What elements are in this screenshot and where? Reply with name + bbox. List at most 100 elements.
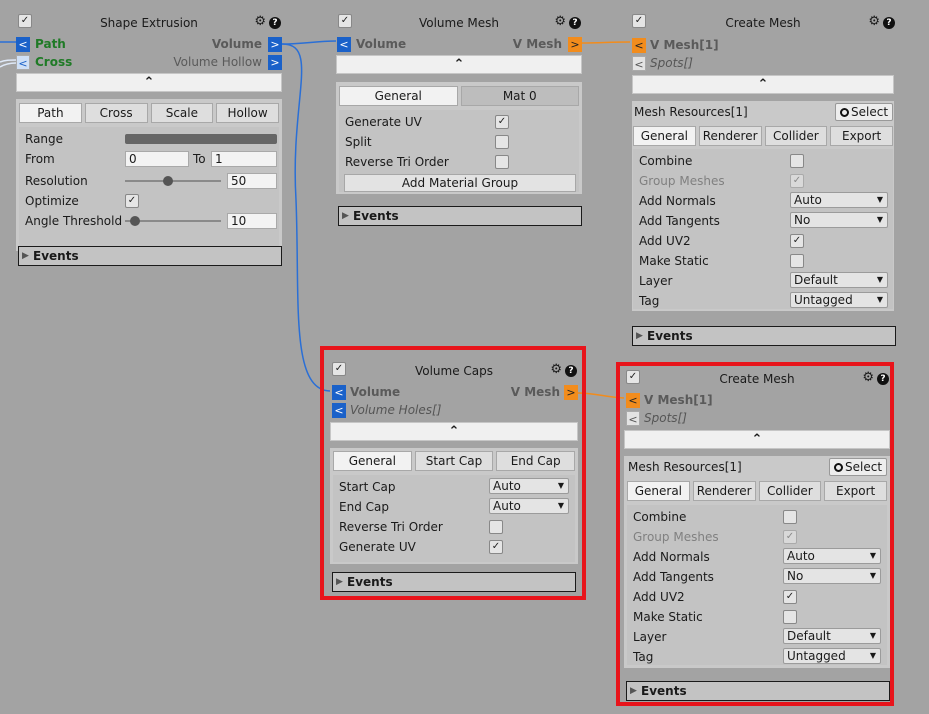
enable-checkbox[interactable]: ✓: [338, 14, 352, 28]
input-port-vmesh[interactable]: <: [632, 38, 646, 53]
generate-uv-label: Generate UV: [345, 115, 422, 129]
gear-icon[interactable]: ⚙: [554, 15, 566, 29]
node-header[interactable]: ✓ Shape Extrusion ⚙ ?: [16, 14, 282, 32]
tab-scale[interactable]: Scale: [150, 103, 214, 123]
layer-value: Default: [794, 273, 838, 287]
to-field[interactable]: 1: [211, 151, 277, 167]
node-title: Create Mesh: [725, 16, 801, 30]
collapse-button[interactable]: ⌃: [632, 75, 894, 94]
port-row-cross: < Cross Volume Hollow >: [16, 55, 282, 71]
resolution-slider-knob[interactable]: [163, 176, 174, 186]
events-foldout[interactable]: ▶ Events: [18, 246, 282, 266]
tab-collider[interactable]: Collider: [764, 126, 828, 146]
reverse-tri-order-checkbox[interactable]: [495, 155, 509, 169]
node-header[interactable]: ✓ Create Mesh ⚙ ?: [630, 14, 896, 32]
collapse-button[interactable]: ⌃: [336, 55, 582, 74]
angle-slider-knob[interactable]: [129, 216, 140, 226]
add-tangents-value: No: [794, 213, 811, 227]
tab-renderer[interactable]: Renderer: [698, 126, 762, 146]
highlight-box-create-mesh: [616, 362, 894, 706]
node-header[interactable]: ✓ Volume Mesh ⚙ ?: [336, 14, 582, 32]
optimize-row: Optimize ✓: [19, 191, 279, 211]
combine-checkbox[interactable]: [790, 154, 804, 168]
tag-dropdown[interactable]: Untagged ▼: [790, 292, 888, 308]
make-static-label: Make Static: [639, 254, 709, 268]
input-port-volume[interactable]: <: [337, 37, 351, 52]
resolution-field[interactable]: 50: [227, 173, 277, 189]
input-label-cross: Cross: [35, 55, 73, 69]
input-label-vmesh: V Mesh[1]: [650, 38, 719, 52]
collapse-button[interactable]: ⌃: [16, 73, 282, 92]
chevron-down-icon: ▼: [876, 195, 883, 204]
output-port-volume[interactable]: >: [268, 37, 282, 52]
output-port-volume-hollow[interactable]: >: [268, 55, 282, 70]
tab-hollow[interactable]: Hollow: [216, 103, 279, 123]
range-slider[interactable]: [125, 134, 277, 144]
settings-body: Generate UV ✓ Split Reverse Tri Order Ad…: [339, 110, 579, 192]
tab-export[interactable]: Export: [830, 126, 893, 146]
combine-label: Combine: [639, 154, 693, 168]
input-label-path: Path: [35, 37, 66, 51]
enable-checkbox[interactable]: ✓: [632, 14, 646, 28]
add-normals-dropdown[interactable]: Auto ▼: [790, 192, 888, 208]
tab-mat-0[interactable]: Mat 0: [460, 86, 579, 106]
input-label-spots: Spots[]: [650, 56, 693, 70]
tab-path[interactable]: Path: [19, 103, 82, 123]
help-icon[interactable]: ?: [569, 17, 581, 29]
tab-general[interactable]: General: [339, 86, 458, 106]
output-label-volume-hollow: Volume Hollow: [173, 55, 262, 69]
port-row-path: < Path Volume >: [16, 37, 282, 53]
split-checkbox[interactable]: [495, 135, 509, 149]
input-port-spots[interactable]: <: [632, 56, 646, 71]
output-label-vmesh: V Mesh: [512, 37, 562, 51]
layer-dropdown[interactable]: Default ▼: [790, 272, 888, 288]
enable-checkbox[interactable]: ✓: [18, 14, 32, 28]
settings-body: Combine Group Meshes ✓ Add Normals Auto ▼ A…: [633, 149, 893, 309]
settings-body: Range From 0 To 1 Resolution 50 Optimize…: [19, 127, 279, 249]
wire-volume-to-mesh: [281, 40, 337, 45]
output-label-volume: Volume: [211, 37, 262, 51]
port-row-volume: < Volume V Mesh >: [336, 37, 582, 53]
optimize-label: Optimize: [25, 194, 79, 208]
volume-mesh-node[interactable]: ✓ Volume Mesh ⚙ ? < Volume V Mesh > ⌃ Ge…: [336, 14, 582, 229]
make-static-checkbox[interactable]: [790, 254, 804, 268]
resolution-row: Resolution 50: [19, 171, 279, 191]
shape-extrusion-node[interactable]: ✓ Shape Extrusion ⚙ ? < Path Volume > < …: [16, 14, 282, 269]
tag-label: Tag: [639, 294, 660, 308]
wire-volume-to-caps: [281, 43, 331, 392]
input-port-path[interactable]: <: [16, 37, 30, 52]
events-foldout[interactable]: ▶ Events: [338, 206, 582, 226]
generate-uv-row: Generate UV ✓: [339, 112, 579, 132]
add-uv2-label: Add UV2: [639, 234, 691, 248]
from-field[interactable]: 0: [125, 151, 189, 167]
target-icon: [840, 108, 849, 117]
events-foldout[interactable]: ▶ Events: [632, 326, 896, 346]
group-meshes-label: Group Meshes: [639, 174, 725, 188]
gear-icon[interactable]: ⚙: [254, 15, 266, 29]
help-icon[interactable]: ?: [883, 17, 895, 29]
input-port-cross[interactable]: <: [16, 55, 30, 70]
select-button[interactable]: Select: [835, 103, 893, 121]
node-title: Volume Mesh: [418, 16, 500, 30]
add-tangents-dropdown[interactable]: No ▼: [790, 212, 888, 228]
output-port-vmesh[interactable]: >: [568, 37, 582, 52]
gear-icon[interactable]: ⚙: [868, 15, 880, 29]
add-material-group-button[interactable]: Add Material Group: [344, 174, 576, 192]
generate-uv-checkbox[interactable]: ✓: [495, 115, 509, 129]
angle-field[interactable]: 10: [227, 213, 277, 229]
tab-cross[interactable]: Cross: [84, 103, 148, 123]
help-icon[interactable]: ?: [269, 17, 281, 29]
chevron-down-icon: ▼: [876, 215, 883, 224]
events-label: Events: [33, 249, 79, 263]
create-mesh-node-1[interactable]: ✓ Create Mesh ⚙ ? < V Mesh[1] < Spots[] …: [630, 14, 896, 346]
layer-row: Layer Default ▼: [633, 271, 893, 291]
optimize-checkbox[interactable]: ✓: [125, 194, 139, 208]
wire-cross-in: [0, 59, 17, 63]
triangle-right-icon: ▶: [22, 251, 29, 261]
tab-general[interactable]: General: [633, 126, 696, 146]
group-meshes-checkbox: ✓: [790, 174, 804, 188]
add-uv2-checkbox[interactable]: ✓: [790, 234, 804, 248]
add-normals-value: Auto: [794, 193, 822, 207]
split-label: Split: [345, 135, 372, 149]
layer-label: Layer: [639, 274, 673, 288]
